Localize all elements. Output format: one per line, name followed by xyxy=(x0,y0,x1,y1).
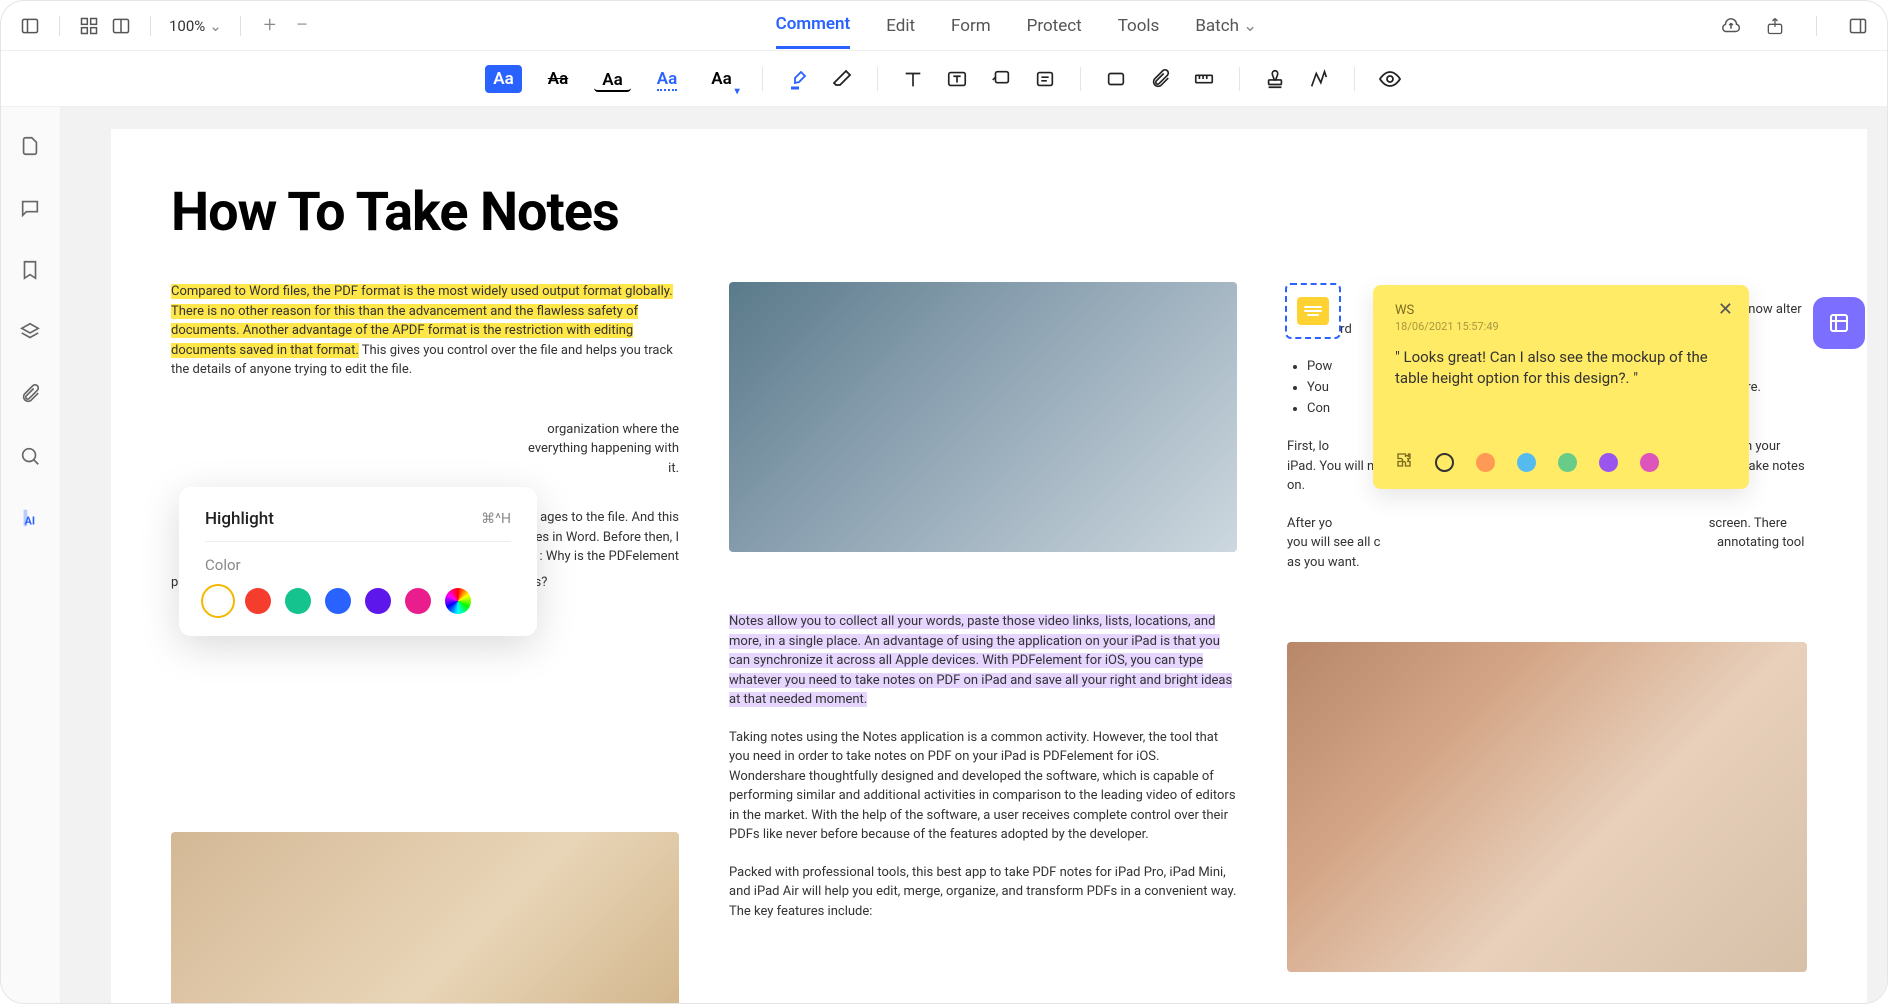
color-swatch-pink[interactable] xyxy=(405,588,431,614)
note-color-violet[interactable] xyxy=(1599,453,1618,472)
svg-text:AI: AI xyxy=(24,514,35,527)
body-text: iles in Word. Before then, I xyxy=(529,530,679,545)
document-canvas[interactable]: How To Take Notes Compared to Word files… xyxy=(61,107,1887,1003)
color-swatch-purple[interactable] xyxy=(365,588,391,614)
measure-icon[interactable] xyxy=(1191,66,1217,92)
body-text: screen. There you will see all c xyxy=(1287,516,1787,551)
annotation-toolbar: Aa Aa Aa Aa Aa▾ xyxy=(1,51,1887,107)
body-text: Taking notes using the Notes application… xyxy=(729,728,1237,845)
highlight-text-button[interactable]: Aa xyxy=(485,65,521,93)
note-text[interactable]: " Looks great! Can I also see the mockup… xyxy=(1395,347,1727,389)
page-title: How To Take Notes xyxy=(171,181,1807,244)
body-text: everything happening with xyxy=(528,441,679,456)
color-swatch-blue[interactable] xyxy=(325,588,351,614)
image-placeholder xyxy=(1287,642,1807,972)
color-label: Color xyxy=(205,556,511,574)
ai-icon[interactable]: AI xyxy=(19,507,43,531)
comments-icon[interactable] xyxy=(19,197,43,221)
text-tool-icon[interactable] xyxy=(900,66,926,92)
eye-icon[interactable] xyxy=(1377,66,1403,92)
color-swatch-yellow[interactable] xyxy=(205,588,231,614)
image-placeholder xyxy=(171,832,679,1004)
note-icon[interactable] xyxy=(1032,66,1058,92)
bookmark-icon[interactable] xyxy=(19,259,43,283)
callout-icon[interactable] xyxy=(988,66,1014,92)
note-color-cyan[interactable] xyxy=(1517,453,1536,472)
search-icon[interactable] xyxy=(19,445,43,469)
strikethrough-button[interactable]: Aa xyxy=(540,65,576,93)
body-text: it. xyxy=(668,461,679,476)
app-window: 100% ⌄ + − Comment Edit Form Protect Too… xyxy=(0,0,1888,1004)
columns-view-icon[interactable] xyxy=(110,15,132,37)
floating-action-button[interactable] xyxy=(1813,297,1865,349)
chevron-down-icon: ⌄ xyxy=(1243,16,1257,36)
close-icon[interactable]: ✕ xyxy=(1718,299,1733,320)
note-color-magenta[interactable] xyxy=(1640,453,1659,472)
tab-form[interactable]: Form xyxy=(951,2,991,49)
underline-button[interactable]: Aa xyxy=(594,66,630,92)
zoom-selector[interactable]: 100% ⌄ xyxy=(169,17,222,35)
tab-protect[interactable]: Protect xyxy=(1027,2,1082,49)
color-swatch-red[interactable] xyxy=(245,588,271,614)
text-box-icon[interactable] xyxy=(944,66,970,92)
note-color-yellow[interactable] xyxy=(1435,453,1454,472)
popup-title: Highlight xyxy=(205,509,274,529)
eraser-icon[interactable] xyxy=(829,66,855,92)
keyboard-shortcut: ⌘^H xyxy=(481,511,511,527)
highlighted-text-purple[interactable]: Notes allow you to collect all your word… xyxy=(729,614,1232,707)
attachment-icon[interactable] xyxy=(1147,66,1173,92)
note-author: WS xyxy=(1395,303,1727,318)
tab-batch[interactable]: Batch ⌄ xyxy=(1195,2,1257,49)
note-color-orange[interactable] xyxy=(1476,453,1495,472)
main-tabs: Comment Edit Form Protect Tools Batch ⌄ xyxy=(776,2,1258,49)
layers-icon[interactable] xyxy=(19,321,43,345)
top-toolbar: 100% ⌄ + − Comment Edit Form Protect Too… xyxy=(1,1,1887,51)
tab-tools[interactable]: Tools xyxy=(1118,2,1160,49)
zoom-out-button[interactable]: − xyxy=(291,13,313,38)
sticky-note-marker[interactable] xyxy=(1285,283,1341,339)
image-placeholder xyxy=(729,282,1237,552)
squiggly-button[interactable]: Aa xyxy=(649,65,685,93)
column-2: Notes allow you to collect all your word… xyxy=(729,282,1237,1004)
rectangle-icon[interactable] xyxy=(1103,66,1129,92)
attachment-sidebar-icon[interactable] xyxy=(19,383,43,407)
caret-markup-button[interactable]: Aa▾ xyxy=(703,65,739,93)
list-item: Pow xyxy=(1307,359,1332,374)
share-icon[interactable] xyxy=(1764,15,1786,37)
body-text: Packed with professional tools, this bes… xyxy=(729,863,1237,922)
zoom-in-button[interactable]: + xyxy=(259,13,281,38)
sticky-note-popup: ✕ WS 18/06/2021 15:57:49 " Looks great! … xyxy=(1373,285,1749,489)
highlight-color-popup: Highlight ⌘^H Color xyxy=(179,487,537,636)
body-text: First, lo xyxy=(1287,439,1329,454)
column-1: Compared to Word files, the PDF format i… xyxy=(171,282,679,1004)
color-swatch-teal[interactable] xyxy=(285,588,311,614)
stamp-icon[interactable] xyxy=(1262,66,1288,92)
sticky-note-icon xyxy=(1297,297,1329,325)
note-color-green[interactable] xyxy=(1558,453,1577,472)
tab-comment[interactable]: Comment xyxy=(776,2,851,49)
body-text: ages to the file. And this xyxy=(540,510,679,525)
tab-edit[interactable]: Edit xyxy=(886,2,915,49)
list-item: Con xyxy=(1307,401,1330,416)
chevron-down-icon: ⌄ xyxy=(209,17,222,35)
body-text: organization where the xyxy=(547,422,679,437)
puzzle-icon[interactable] xyxy=(1395,451,1413,473)
body-text: After yo xyxy=(1287,516,1332,531)
left-sidebar: AI xyxy=(1,107,61,1003)
page-thumbnails-icon[interactable] xyxy=(19,135,43,159)
cloud-upload-icon[interactable] xyxy=(1720,15,1742,37)
color-picker-button[interactable] xyxy=(445,588,471,614)
note-timestamp: 18/06/2021 15:57:49 xyxy=(1395,320,1727,333)
list-item: You xyxy=(1307,380,1329,395)
panel-toggle-icon[interactable] xyxy=(19,15,41,37)
grid-view-icon[interactable] xyxy=(78,15,100,37)
body-text: : Why is the PDFelement xyxy=(539,549,679,564)
signature-icon[interactable] xyxy=(1306,66,1332,92)
highlighter-icon[interactable] xyxy=(785,66,811,92)
panel-right-icon[interactable] xyxy=(1847,15,1869,37)
